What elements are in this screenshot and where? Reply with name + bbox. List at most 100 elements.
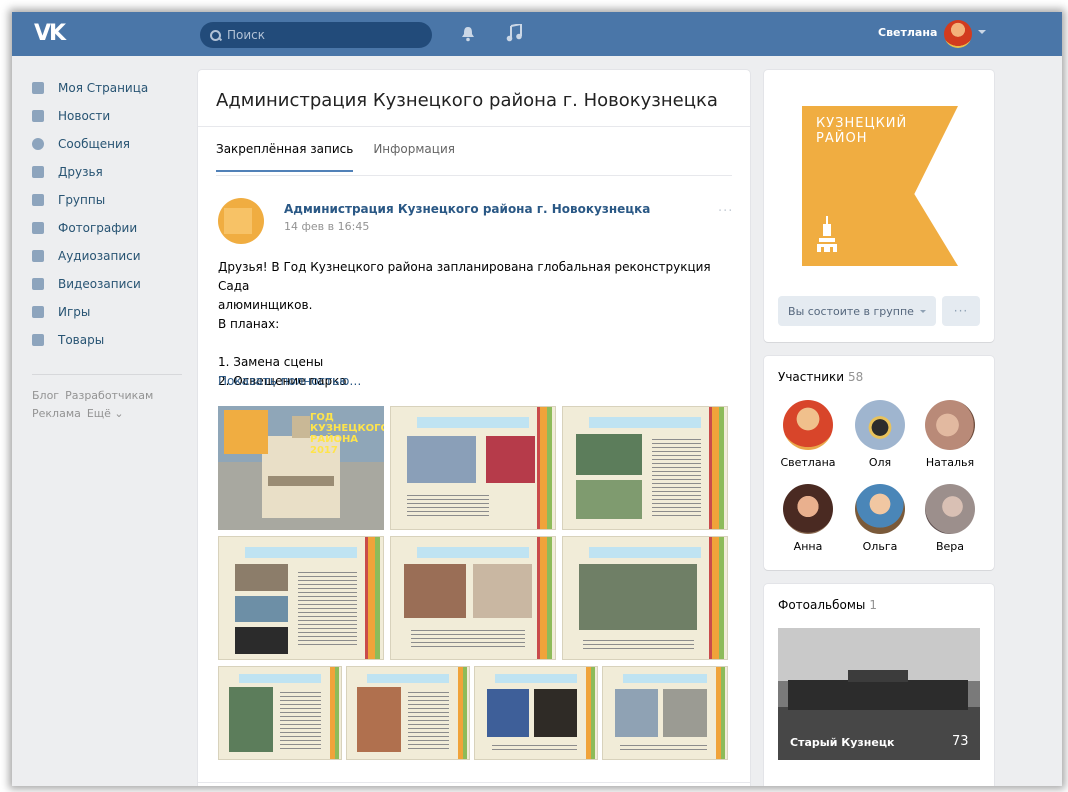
sidebar-item-label: Видеозаписи — [58, 277, 141, 291]
logo-line: КУЗНЕЦКИЙ — [816, 116, 908, 131]
slide-heading — [589, 416, 701, 428]
slide-heading — [417, 416, 529, 428]
footer-link-ads[interactable]: Реклама — [32, 407, 81, 420]
photo-albums-card: Фотоальбомы 1 Старый Кузнецк 73 — [764, 584, 994, 786]
search-box[interactable] — [200, 22, 432, 48]
cover-line: ГОД — [310, 412, 334, 423]
post-line: 1. Замена сцены — [218, 355, 324, 369]
cover-line: КУЗНЕЦКОГО — [310, 423, 384, 434]
slide-text — [280, 689, 322, 750]
sidebar-item-friends[interactable]: Друзья — [32, 158, 192, 186]
search-input[interactable] — [227, 28, 417, 42]
slide-heading — [366, 674, 450, 683]
member-item[interactable]: Наталья — [916, 400, 984, 469]
avatar — [783, 484, 833, 534]
tab-info[interactable]: Информация — [373, 142, 455, 172]
district-logo — [224, 410, 268, 454]
footer-link-developers[interactable]: Разработчикам — [65, 389, 153, 402]
search-icon — [210, 29, 221, 41]
album-photo — [788, 670, 968, 710]
sidebar-item-news[interactable]: Новости — [32, 102, 192, 130]
members-header[interactable]: Участники 58 — [778, 370, 863, 384]
post-photo[interactable] — [390, 536, 556, 660]
slide-stripe — [334, 667, 339, 759]
sidebar-item-my-page[interactable]: Моя Страница — [32, 74, 192, 102]
post-menu-icon[interactable]: ··· — [718, 204, 733, 219]
slide-text — [410, 627, 526, 650]
albums-label: Фотоальбомы — [778, 598, 866, 612]
post-author-avatar[interactable] — [218, 198, 264, 244]
show-more-link[interactable]: Показать полностью… — [218, 374, 361, 388]
tabs: Закреплённая запись Информация — [216, 142, 475, 172]
slide-photo — [228, 687, 273, 752]
divider — [216, 175, 732, 176]
member-item[interactable]: Светлана — [774, 400, 842, 469]
slide-heading — [238, 674, 322, 683]
divider — [198, 782, 750, 783]
sidebar-item-label: Игры — [58, 305, 91, 319]
music-note-icon[interactable] — [506, 24, 522, 42]
post-photo-cover[interactable]: ГОД КУЗНЕЦКОГО РАЙОНА 2017 — [218, 406, 384, 530]
news-icon — [32, 110, 44, 122]
post-text: Друзья! В Год Кузнецкого района запланир… — [218, 258, 730, 391]
slide-photo — [235, 627, 288, 655]
slide-photo — [235, 563, 288, 591]
sidebar-item-video[interactable]: Видеозаписи — [32, 270, 192, 298]
home-icon — [32, 82, 44, 94]
post-line — [218, 334, 730, 353]
user-name[interactable]: Светлана — [878, 26, 937, 39]
albums-header[interactable]: Фотоальбомы 1 — [778, 598, 877, 612]
sidebar-item-label: Моя Страница — [58, 81, 149, 95]
browser-frame: VK Светлана Моя Страница Новости Сообщен… — [12, 12, 1062, 786]
album-thumbnail[interactable]: Старый Кузнецк 73 — [778, 628, 980, 760]
group-cover-card: КУЗНЕЦКИЙ РАЙОН Вы состоите в группе ··· — [764, 70, 994, 342]
sidebar-item-label: Новости — [58, 109, 111, 123]
post-photo[interactable] — [562, 406, 728, 530]
member-item[interactable]: Оля — [846, 400, 914, 469]
sidebar-item-goods[interactable]: Товары — [32, 326, 192, 354]
slide-photo — [615, 689, 658, 737]
post-photo[interactable] — [474, 666, 598, 760]
album-photo-count: 73 — [952, 734, 969, 749]
footer-link-blog[interactable]: Блог — [32, 389, 59, 402]
slide-photo — [662, 689, 708, 737]
slide-text — [492, 742, 578, 754]
post-author-link[interactable]: Администрация Кузнецкого района г. Новок… — [284, 202, 650, 216]
sidebar-item-messages[interactable]: Сообщения — [32, 130, 192, 158]
divider — [198, 126, 750, 127]
footer-link-more[interactable]: Ещё ⌄ — [87, 407, 124, 420]
slide-stripe — [462, 667, 467, 759]
post-photo[interactable] — [218, 666, 342, 760]
chevron-down-icon[interactable] — [978, 30, 986, 34]
sidebar-divider — [32, 374, 182, 375]
post-photo[interactable] — [602, 666, 728, 760]
vk-logo[interactable]: VK — [34, 21, 66, 46]
sidebar-item-groups[interactable]: Группы — [32, 186, 192, 214]
post-photo[interactable] — [390, 406, 556, 530]
bell-icon[interactable] — [461, 26, 475, 42]
member-item[interactable]: Вера — [916, 484, 984, 553]
gamepad-icon — [32, 306, 44, 318]
post-photo[interactable] — [346, 666, 470, 760]
member-item[interactable]: Ольга — [846, 484, 914, 553]
slide-stripe — [712, 407, 719, 529]
membership-dropdown-button[interactable]: Вы состоите в группе — [778, 296, 936, 326]
sidebar-item-audio[interactable]: Аудиозаписи — [32, 242, 192, 270]
member-item[interactable]: Анна — [774, 484, 842, 553]
slide-stripe — [590, 667, 595, 759]
post-photo[interactable] — [218, 536, 384, 660]
slide-photo — [235, 595, 288, 623]
sidebar-item-games[interactable]: Игры — [32, 298, 192, 326]
sidebar-item-photos[interactable]: Фотографии — [32, 214, 192, 242]
slide-photo — [486, 436, 536, 483]
post-photo[interactable] — [562, 536, 728, 660]
post-date[interactable]: 14 фев в 16:45 — [284, 220, 369, 233]
post-line: В планах: — [218, 317, 280, 331]
post-line: Друзья! В Год Кузнецкого района запланир… — [218, 260, 711, 293]
tab-pinned-post[interactable]: Закреплённая запись — [216, 142, 354, 172]
sidebar-item-label: Друзья — [58, 165, 103, 179]
more-actions-button[interactable]: ··· — [942, 296, 980, 326]
messages-icon — [32, 138, 44, 150]
user-avatar[interactable] — [944, 20, 972, 48]
tower-icon — [817, 216, 837, 252]
